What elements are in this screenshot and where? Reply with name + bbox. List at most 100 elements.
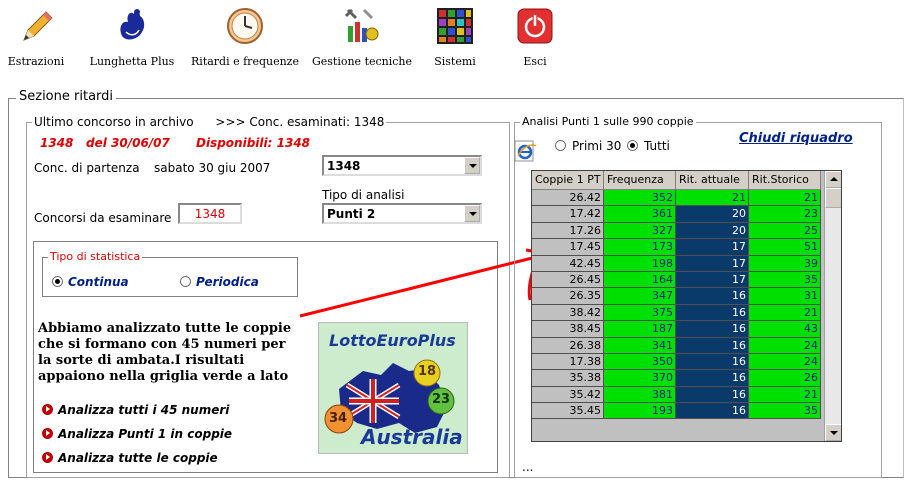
link-text: Analizza tutti i 45 numeri <box>58 403 230 417</box>
table-cell: 24 <box>749 337 821 354</box>
radio-continua[interactable] <box>52 276 63 287</box>
table-cell: 35 <box>749 271 821 289</box>
internet-explorer-icon[interactable] <box>514 140 538 162</box>
table-row[interactable]: 42.45 198 17 39 <box>532 255 821 272</box>
start-contest-select[interactable]: 1348 <box>322 155 482 176</box>
table-row[interactable]: 26.38 341 16 24 <box>532 337 821 354</box>
table-cell: 327 <box>604 222 676 240</box>
table-cell: 370 <box>604 370 676 387</box>
table-cell: 35.38 <box>532 370 604 387</box>
table-cell: 43 <box>749 321 821 338</box>
toolbar-label: Estrazioni <box>7 55 65 68</box>
grid-icon <box>437 8 473 44</box>
table-row[interactable]: 17.45 173 17 51 <box>532 239 821 256</box>
toolbar-estrazioni[interactable]: Estrazioni <box>0 0 72 76</box>
toolbar-gestione-tecniche[interactable]: Gestione tecniche <box>306 0 418 76</box>
toolbar-label: Sistemi <box>434 55 476 68</box>
table-row[interactable]: 35.45 193 16 35 <box>532 403 821 420</box>
grid-header-frequenza[interactable]: Frequenza <box>604 171 676 190</box>
toolbar-lunghetta-plus[interactable]: Lunghetta Plus <box>80 0 184 76</box>
analysis-type-value: Punti 2 <box>327 207 376 221</box>
table-cell: 381 <box>604 386 676 404</box>
play-bullet-icon <box>42 452 53 463</box>
table-cell: 198 <box>604 255 676 272</box>
grid-header-coppie[interactable]: Coppie 1 PT <box>532 171 604 190</box>
power-icon <box>517 8 553 44</box>
table-cell: 17.26 <box>532 222 604 240</box>
radio-tutti-label: Tutti <box>644 139 670 153</box>
scroll-thumb[interactable] <box>825 188 841 208</box>
table-cell: 21 <box>676 190 749 207</box>
radio-periodica[interactable] <box>180 276 191 287</box>
table-cell: 341 <box>604 337 676 354</box>
table-row[interactable]: 35.42 381 16 21 <box>532 386 821 404</box>
examined-count: >>> Conc. esaminati: 1348 <box>215 115 385 129</box>
radio-primi30[interactable] <box>555 140 566 151</box>
lottoeuroplus-logo: LottoEuroPlus 18 23 34 Australia <box>318 322 468 454</box>
radio-tutti[interactable] <box>627 140 638 151</box>
table-cell: 350 <box>604 353 676 371</box>
table-cell: 21 <box>749 386 821 404</box>
table-cell: 26.35 <box>532 288 604 305</box>
link-analyze-all-pairs[interactable]: Analizza tutte le coppie <box>42 451 218 467</box>
table-row[interactable]: 38.45 187 16 43 <box>532 321 821 338</box>
toolbar-label: Esci <box>523 55 547 68</box>
table-cell: 24 <box>749 353 821 371</box>
grid-vertical-scrollbar[interactable] <box>824 171 841 441</box>
table-cell: 164 <box>604 271 676 289</box>
stat-type-legend: Tipo di statistica <box>48 250 143 263</box>
ball-23: 23 <box>432 392 451 407</box>
table-row[interactable]: 17.26 327 20 25 <box>532 222 821 240</box>
table-row[interactable]: 26.35 347 16 31 <box>532 288 821 305</box>
play-bullet-icon <box>42 404 53 415</box>
table-cell: 25 <box>749 222 821 240</box>
table-row[interactable]: 26.42 352 21 21 <box>532 190 821 207</box>
table-row[interactable]: 17.38 350 16 24 <box>532 353 821 371</box>
table-cell: 35 <box>749 403 821 420</box>
table-cell: 17 <box>676 255 749 272</box>
radio-primi30-label: Primi 30 <box>572 139 622 153</box>
table-row[interactable]: 38.42 375 16 21 <box>532 304 821 322</box>
ball-18: 18 <box>418 364 437 379</box>
table-row[interactable]: 35.38 370 16 26 <box>532 370 821 387</box>
link-analyze-punti1[interactable]: Analizza Punti 1 in coppie <box>42 427 232 443</box>
scroll-up-icon[interactable] <box>825 171 841 188</box>
logo-brand: LottoEuroPlus <box>329 331 456 350</box>
logo-region: Australia <box>361 425 463 449</box>
toolbar-ritardi-frequenze[interactable]: Ritardi e frequenze <box>188 0 302 76</box>
toolbar-esci[interactable]: Esci <box>500 0 570 76</box>
chevron-down-icon[interactable] <box>464 157 480 174</box>
scroll-down-icon[interactable] <box>825 424 841 441</box>
toolbar-sistemi[interactable]: Sistemi <box>420 0 490 76</box>
table-cell: 352 <box>604 190 676 207</box>
table-cell: 17.42 <box>532 206 604 223</box>
table-row[interactable]: 17.42 361 20 23 <box>532 206 821 223</box>
table-cell: 42.45 <box>532 255 604 272</box>
grid-footer: ... <box>522 460 534 474</box>
toolbar: Estrazioni Lunghetta Plus Ritardi e freq… <box>0 0 910 80</box>
grid-header-rit-attuale[interactable]: Rit. attuale <box>676 171 749 190</box>
grid-rows: 26.42 352 21 21 17.42 361 20 23 17.26 327 20 25 17.4… <box>532 190 821 420</box>
pencil-icon <box>23 11 53 41</box>
table-cell: 375 <box>604 304 676 322</box>
results-grid[interactable]: Coppie 1 PT Frequenza Rit. attuale Rit.S… <box>531 170 842 442</box>
close-panel-link[interactable]: Chiudi riquadro <box>739 131 853 146</box>
grid-header-rit-storico[interactable]: Rit.Storico <box>749 171 821 190</box>
start-contest-label: Conc. di partenza <box>34 161 140 175</box>
table-cell: 31 <box>749 288 821 305</box>
table-cell: 16 <box>676 370 749 387</box>
table-cell: 23 <box>749 206 821 223</box>
last-contest-number: 1348 <box>40 136 74 150</box>
table-cell: 35.42 <box>532 386 604 404</box>
chevron-down-icon[interactable] <box>464 205 480 222</box>
grid-header: Coppie 1 PT Frequenza Rit. attuale Rit.S… <box>532 171 821 190</box>
link-analyze-45[interactable]: Analizza tutti i 45 numeri <box>42 403 229 419</box>
available-count: Disponibili: 1348 <box>196 136 311 150</box>
analysis-type-select[interactable]: Punti 2 <box>322 203 482 224</box>
radio-periodica-label: Periodica <box>196 275 259 289</box>
table-row[interactable]: 26.45 164 17 35 <box>532 271 821 289</box>
table-cell: 17.38 <box>532 353 604 371</box>
contests-to-examine-input[interactable]: 1348 <box>178 203 242 224</box>
table-cell: 16 <box>676 403 749 420</box>
table-cell: 361 <box>604 206 676 223</box>
